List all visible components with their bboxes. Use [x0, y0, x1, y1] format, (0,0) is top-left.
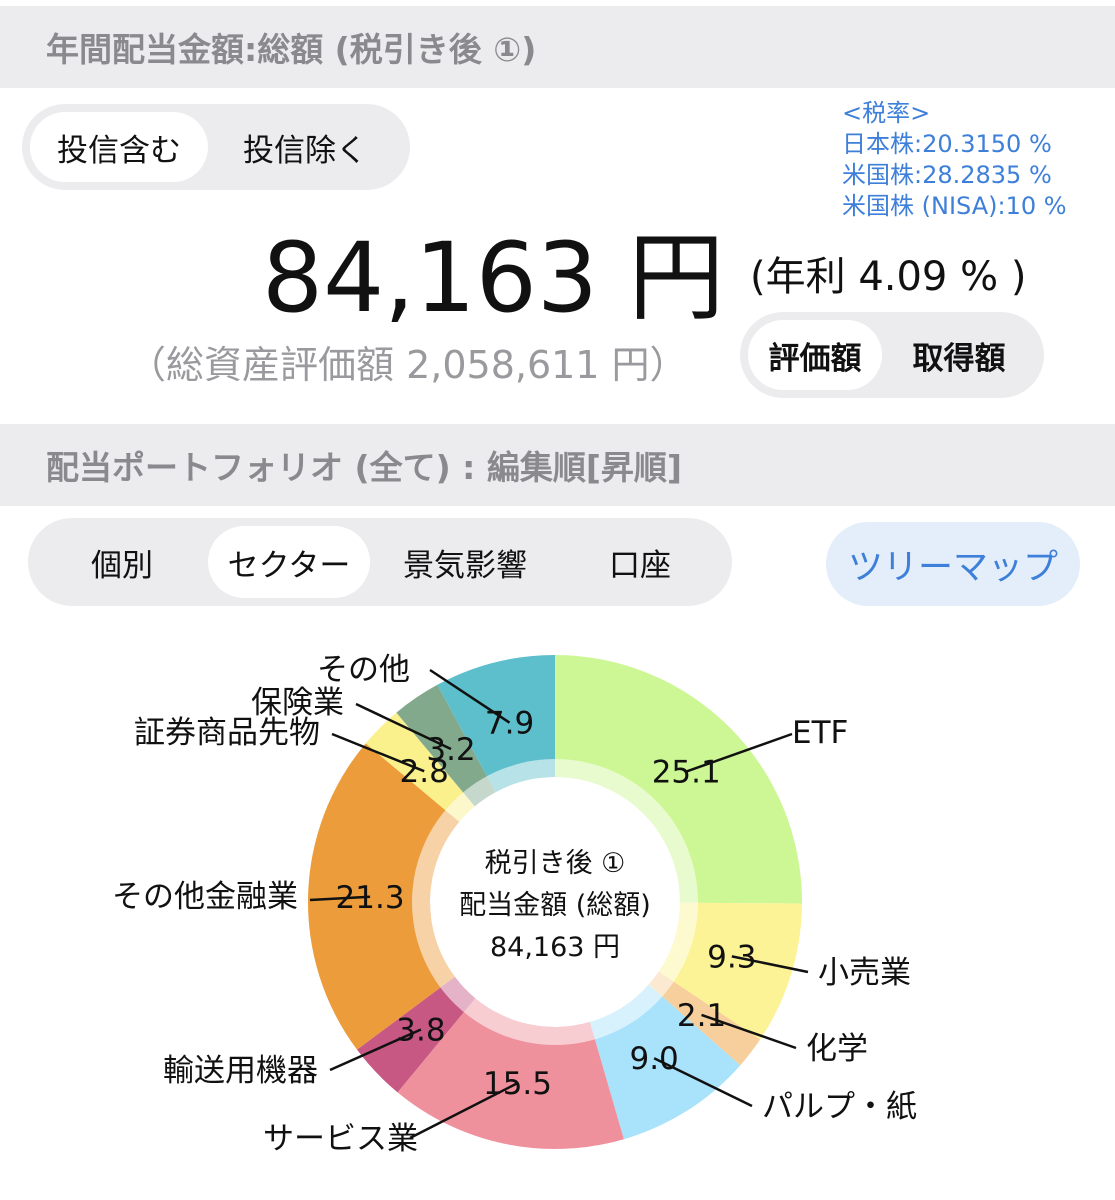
treemap-button[interactable]: ツリーマップ	[826, 522, 1080, 606]
slice-category-label: 保険業	[251, 685, 344, 721]
slice-value-label: 3.8	[396, 1012, 445, 1048]
slice-category-label: パルプ・紙	[762, 1089, 917, 1125]
slice-category-label: その他金融業	[112, 879, 298, 915]
slice-value-label: 3.2	[426, 732, 475, 768]
annual-dividend-title: 年間配当金額:総額 (税引き後 ①)	[46, 30, 537, 69]
tax-rate-us-nisa: 米国株 (NISA):10 %	[842, 192, 1067, 220]
value-basis-toggle: 評価額 取得額	[740, 312, 1044, 398]
slice-category-label: 化学	[806, 1031, 868, 1067]
slice-category-label: その他	[317, 652, 410, 688]
slice-value-label: 9.0	[629, 1041, 678, 1077]
slice-value-label: 2.1	[677, 998, 726, 1034]
valuation-option[interactable]: 評価額	[748, 320, 882, 390]
category-tabs: 個別 セクター 景気影響 口座	[28, 518, 732, 606]
tab-account[interactable]: 口座	[560, 526, 720, 598]
slice-value-label: 25.1	[652, 755, 721, 791]
slice-category-label: サービス業	[263, 1121, 418, 1157]
slice-category-label: ETF	[792, 715, 848, 751]
center-line3: 84,163 円	[490, 932, 620, 963]
center-line1: 税引き後 ①	[485, 848, 626, 879]
tab-sector[interactable]: セクター	[208, 526, 370, 598]
slice-value-label: 7.9	[485, 706, 534, 742]
include-funds-option[interactable]: 投信含む	[30, 112, 208, 182]
fund-toggle: 投信含む 投信除く	[22, 104, 410, 190]
slice-value-label: 21.3	[336, 880, 405, 916]
slice-value-label: 9.3	[707, 939, 756, 975]
tax-rate-us: 米国株:28.2835 %	[842, 161, 1052, 189]
slice-category-label: 小売業	[818, 955, 911, 991]
sector-donut-chart: 税引き後 ① 配当金額 (総額) 84,163 円 25.1 ETF 9.3 小売業 2…	[112, 652, 917, 1157]
tax-rate-japan: 日本株:20.3150 %	[842, 130, 1052, 158]
portfolio-header: 配当ポートフォリオ (全て) : 編集順[昇順]	[0, 424, 1115, 506]
annual-dividend-header: 年間配当金額:総額 (税引き後 ①)	[0, 6, 1115, 88]
tax-rate-heading: <税率>	[842, 99, 931, 127]
cost-option[interactable]: 取得額	[882, 320, 1036, 390]
tab-economy[interactable]: 景気影響	[370, 526, 560, 598]
annual-yield: (年利 4.09 % )	[750, 254, 1027, 300]
exclude-funds-option[interactable]: 投信除く	[208, 112, 402, 182]
slice-value-label: 15.5	[483, 1066, 552, 1102]
portfolio-title: 配当ポートフォリオ (全て) : 編集順[昇順]	[46, 448, 682, 487]
slice-category-label: 輸送用機器	[163, 1053, 318, 1089]
total-dividend-amount: 84,163 円	[262, 222, 725, 334]
total-asset-value: （総資産評価額 2,058,611 円）	[128, 343, 688, 387]
tax-rate-info: <税率> 日本株:20.3150 % 米国株:28.2835 % 米国株 (NI…	[842, 98, 1067, 222]
center-line2: 配当金額 (総額)	[459, 890, 651, 921]
tab-individual[interactable]: 個別	[36, 526, 208, 598]
